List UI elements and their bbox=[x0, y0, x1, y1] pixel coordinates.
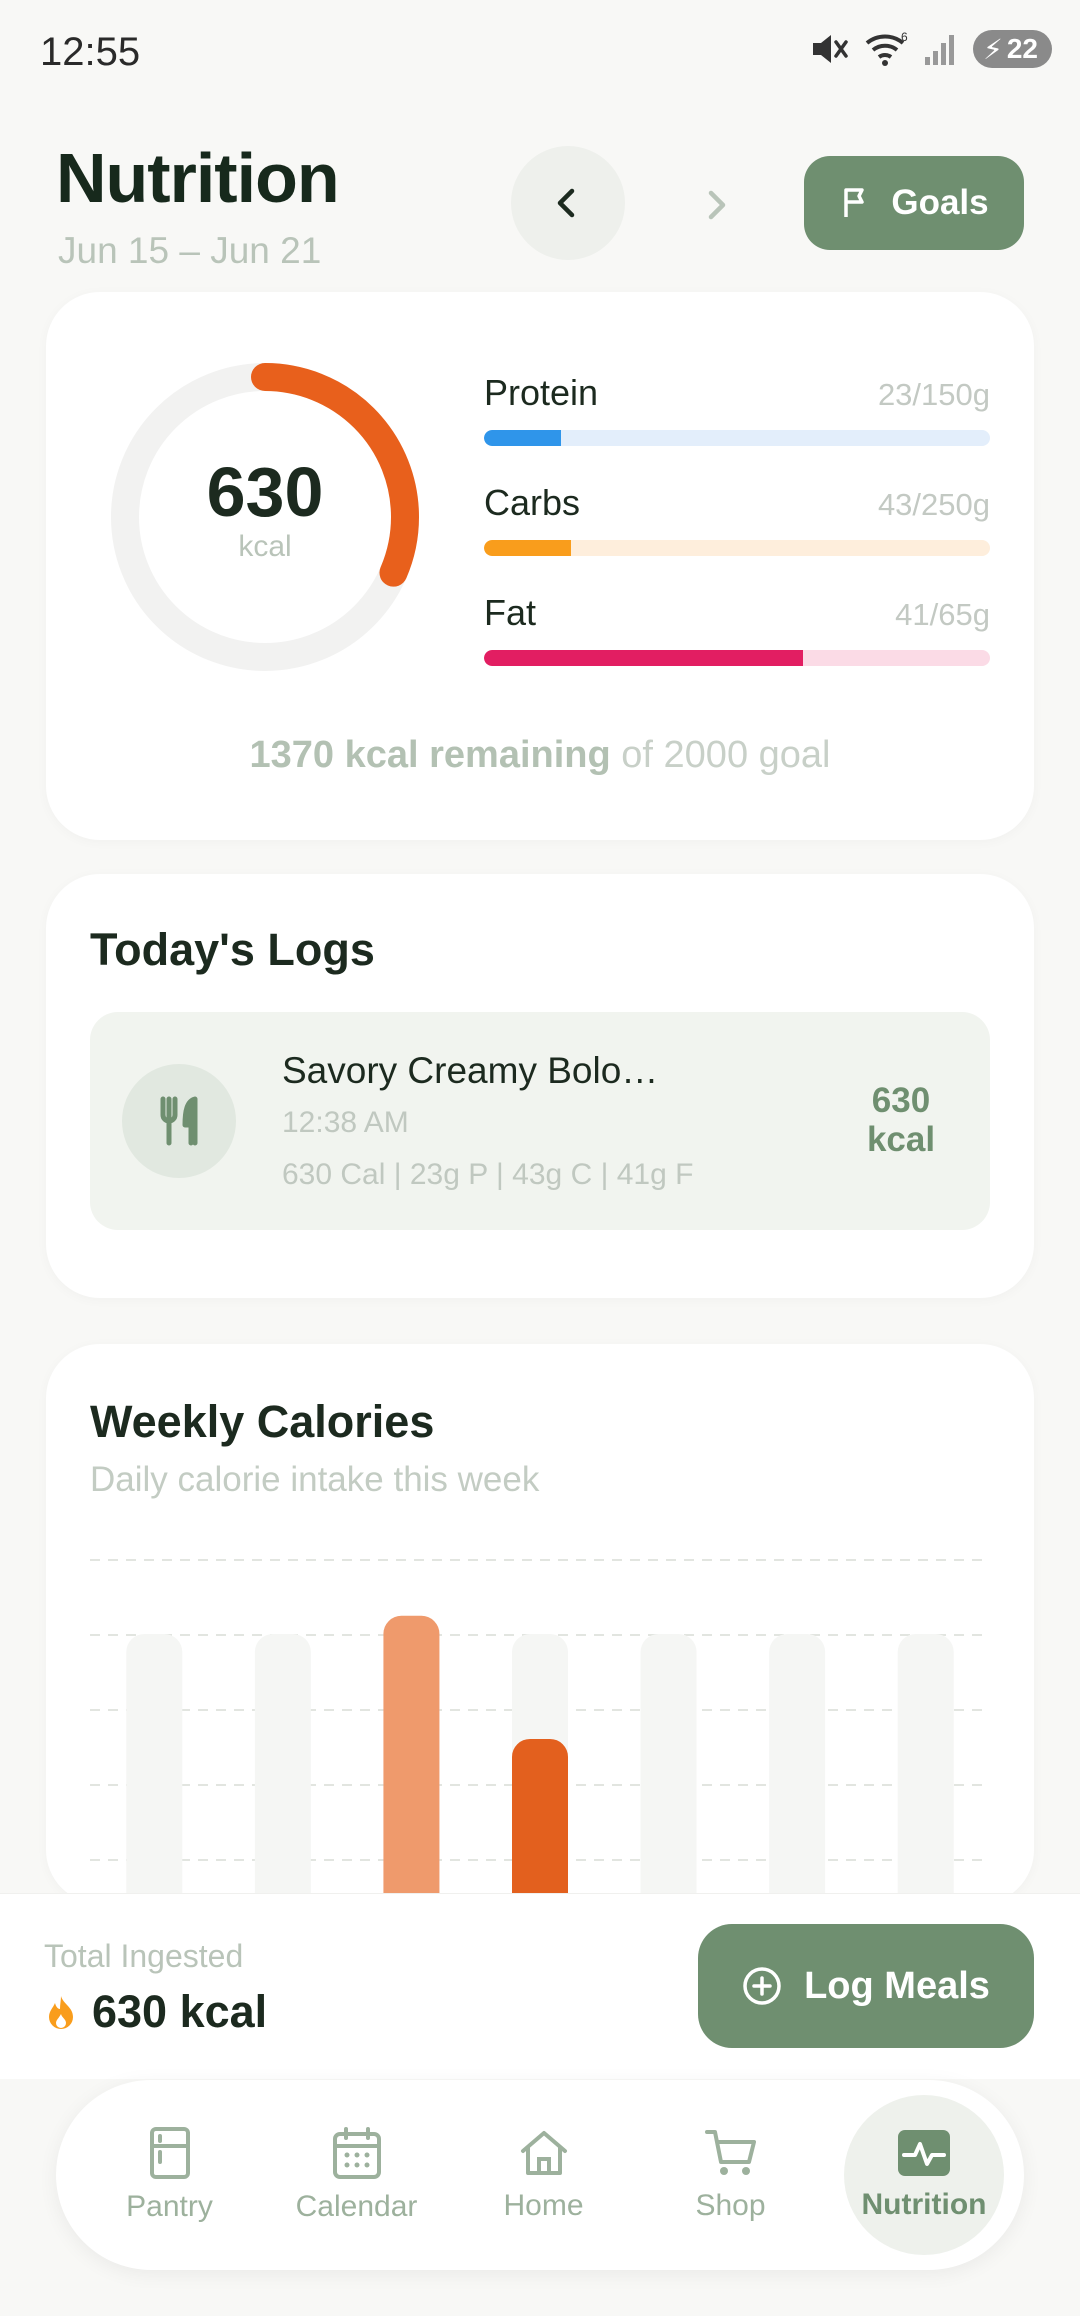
meal-time: 12:38 AM bbox=[282, 1106, 409, 1139]
signal-icon bbox=[925, 35, 955, 65]
tab-pantry[interactable]: Pantry bbox=[76, 2095, 263, 2255]
activity-icon bbox=[898, 2130, 950, 2176]
pantry-icon bbox=[149, 2127, 190, 2179]
macro-bar-fill bbox=[484, 650, 804, 666]
remaining-goal: of 2000 goal bbox=[610, 734, 831, 776]
logs-title: Today's Logs bbox=[90, 924, 375, 975]
wifi-icon: 6 bbox=[865, 31, 908, 66]
tab-label: Nutrition bbox=[861, 2188, 987, 2221]
chart-bar bbox=[383, 1615, 440, 1904]
battery-indicator: ⚡ 22 bbox=[973, 30, 1052, 68]
chart-bar bbox=[512, 1738, 568, 1904]
chart-bar-track bbox=[126, 1634, 183, 1904]
chevron-left-icon bbox=[557, 188, 575, 218]
tab-label: Home bbox=[503, 2189, 584, 2222]
calories-consumed: 630 bbox=[206, 453, 324, 531]
chart-bar-track bbox=[769, 1634, 826, 1904]
page-title: Nutrition bbox=[56, 139, 340, 217]
macro-name: Fat bbox=[484, 592, 537, 633]
macro-protein: Protein 23/150g bbox=[484, 372, 990, 446]
calendar-icon bbox=[332, 2127, 381, 2179]
status-icons: 6 ⚡ 22 bbox=[809, 30, 1052, 68]
macro-bar-track bbox=[484, 650, 990, 666]
mute-icon bbox=[813, 35, 848, 63]
cart-icon bbox=[704, 2130, 756, 2175]
svg-text:6: 6 bbox=[901, 31, 908, 44]
macro-amount: 43/250g bbox=[877, 487, 990, 522]
meal-macros: 630 Cal | 23g P | 43g C | 41g F bbox=[282, 1158, 694, 1191]
macro-bar-fill bbox=[484, 430, 562, 446]
date-range: Jun 15 – Jun 21 bbox=[58, 230, 322, 271]
macro-name: Carbs bbox=[484, 482, 581, 523]
bottom-nav: Pantry Calendar Home Shop Nutrition bbox=[56, 2080, 1024, 2270]
meal-name: Savory Creamy Bologna & E… bbox=[282, 1050, 662, 1091]
weekly-calories-chart bbox=[90, 1559, 990, 1904]
plus-circle-icon bbox=[743, 1967, 781, 2005]
macro-bar-track bbox=[484, 430, 990, 446]
macro-fat: Fat 41/65g bbox=[484, 592, 990, 666]
status-time: 12:55 bbox=[40, 30, 141, 74]
total-label: Total Ingested bbox=[44, 1938, 244, 1974]
total-value: 630 kcal bbox=[92, 1986, 268, 2037]
log-icon bbox=[122, 1064, 236, 1178]
next-week-button[interactable] bbox=[680, 170, 750, 240]
calories-remaining: 1370 kcal remaining of 2000 goal bbox=[46, 734, 1034, 777]
goals-button[interactable]: Goals bbox=[804, 156, 1024, 250]
weekly-subtitle: Daily calorie intake this week bbox=[90, 1460, 540, 1499]
flame-icon bbox=[49, 1996, 73, 2029]
tab-home[interactable]: Home bbox=[450, 2095, 637, 2255]
chevron-right-icon bbox=[708, 190, 726, 220]
chart-bar-track bbox=[897, 1634, 954, 1904]
tab-nutrition[interactable]: Nutrition bbox=[844, 2095, 1004, 2255]
macro-bar-fill bbox=[484, 540, 572, 556]
total-ingested-bar: Total Ingested 630 kcal Log Meals bbox=[0, 1893, 1080, 2079]
calories-unit: kcal bbox=[238, 530, 292, 563]
log-item[interactable]: Savory Creamy Bologna & E… 12:38 AM 630 … bbox=[90, 1012, 990, 1230]
total-row: 630 kcal bbox=[46, 1986, 267, 2038]
battery-level: 22 bbox=[1006, 33, 1038, 64]
meal-kcal-value: 630 bbox=[871, 1081, 931, 1120]
goals-label: Goals bbox=[891, 183, 989, 222]
macro-amount: 23/150g bbox=[877, 377, 990, 412]
charging-icon: ⚡ bbox=[983, 33, 1003, 65]
todays-logs-card: Today's Logs Savory Creamy Bologna & E… … bbox=[46, 874, 1034, 1298]
weekly-calories-card: Weekly Calories Daily calorie intake thi… bbox=[46, 1344, 1034, 1904]
macro-name: Protein bbox=[484, 372, 599, 413]
macro-amount: 41/65g bbox=[895, 597, 990, 632]
chart-bar-track bbox=[640, 1634, 697, 1904]
utensils-icon bbox=[160, 1096, 198, 1146]
chart-bar-track bbox=[254, 1634, 311, 1904]
calorie-summary-card: 630 kcal Protein 23/150g Carbs 43/250g F… bbox=[46, 292, 1034, 840]
flag-icon bbox=[844, 188, 865, 217]
meal-kcal: 630 kcal bbox=[846, 1081, 956, 1159]
macro-carbs: Carbs 43/250g bbox=[484, 482, 990, 556]
log-meals-label: Log Meals bbox=[804, 1964, 990, 2007]
remaining-amount: 1370 kcal remaining bbox=[249, 734, 611, 776]
weekly-title: Weekly Calories bbox=[90, 1396, 435, 1447]
tab-label: Shop bbox=[695, 2189, 766, 2222]
log-meals-button[interactable]: Log Meals bbox=[698, 1924, 1034, 2048]
home-icon bbox=[520, 2131, 567, 2175]
tab-label: Pantry bbox=[126, 2190, 213, 2223]
tab-shop[interactable]: Shop bbox=[637, 2095, 824, 2255]
tab-calendar[interactable]: Calendar bbox=[263, 2095, 450, 2255]
meal-kcal-unit: kcal bbox=[866, 1119, 936, 1159]
previous-week-button[interactable] bbox=[511, 146, 625, 260]
tab-label: Calendar bbox=[295, 2190, 418, 2223]
macro-bar-track bbox=[484, 540, 990, 556]
